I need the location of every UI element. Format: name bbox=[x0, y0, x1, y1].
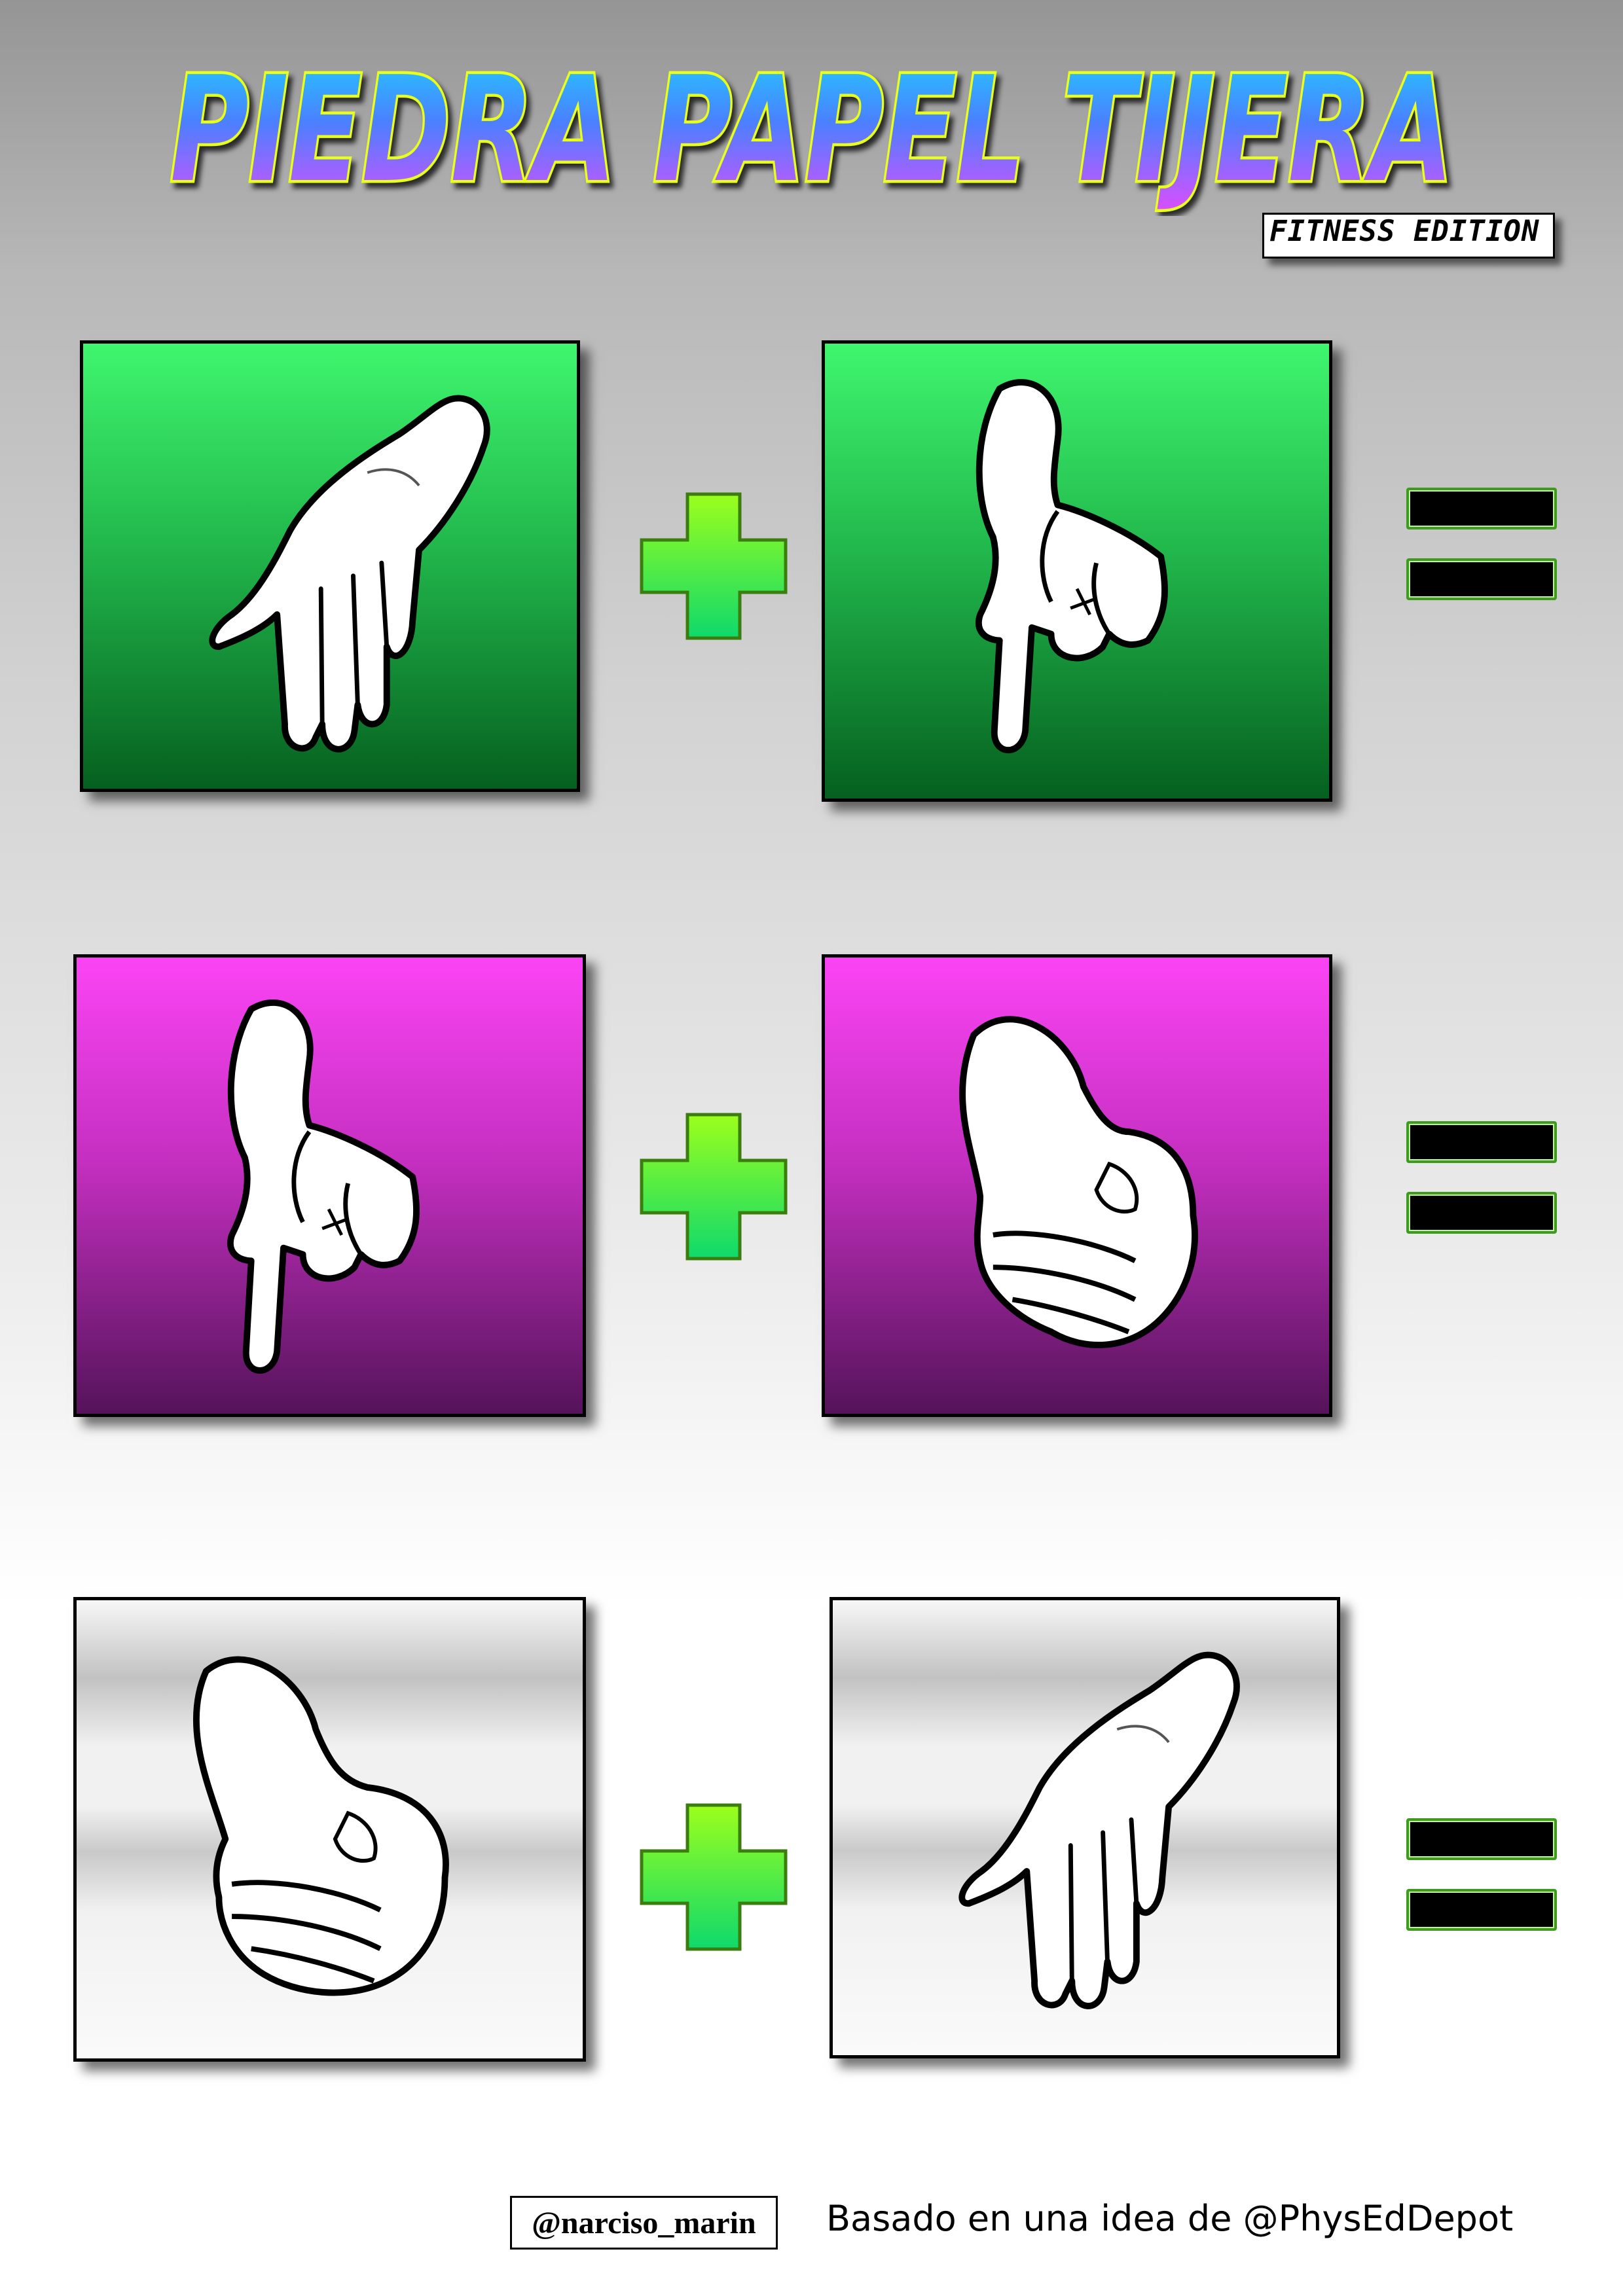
paper-hand-icon bbox=[958, 1651, 1240, 2009]
row1-plus-icon bbox=[640, 492, 788, 640]
scissors-hand-icon bbox=[976, 379, 1168, 753]
page-subtitle: FITNESS EDITION bbox=[1269, 215, 1540, 248]
scissors-hand-icon bbox=[227, 999, 420, 1374]
row3-plus-icon bbox=[640, 1803, 788, 1951]
subtitle-badge: FITNESS EDITION bbox=[1262, 213, 1555, 259]
rock-hand-icon bbox=[959, 1016, 1198, 1348]
credit-text: Basado en una idea de @PhysEdDepot bbox=[826, 2198, 1514, 2239]
row2-right-panel bbox=[822, 954, 1332, 1417]
row2-equals-icon bbox=[1406, 1121, 1557, 1236]
author-handle: @narciso_marin bbox=[510, 2196, 778, 2250]
page-title-graphic: PIEDRA PAPEL TIJERA bbox=[168, 43, 1457, 217]
row3-equals-icon bbox=[1406, 1818, 1557, 1933]
rock-hand-icon bbox=[192, 1656, 449, 1996]
row2-left-panel bbox=[73, 954, 586, 1417]
row2-plus-icon bbox=[640, 1113, 788, 1261]
page-title: PIEDRA PAPEL TIJERA bbox=[170, 46, 1453, 215]
row1-equals-icon bbox=[1406, 488, 1557, 602]
row3-left-panel bbox=[73, 1597, 586, 2062]
row3-right-panel bbox=[830, 1597, 1340, 2058]
row1-left-panel bbox=[80, 340, 580, 792]
page-header: PIEDRA PAPEL TIJERA bbox=[0, 0, 1623, 217]
paper-hand-icon bbox=[209, 395, 490, 753]
row1-right-panel bbox=[822, 340, 1332, 802]
